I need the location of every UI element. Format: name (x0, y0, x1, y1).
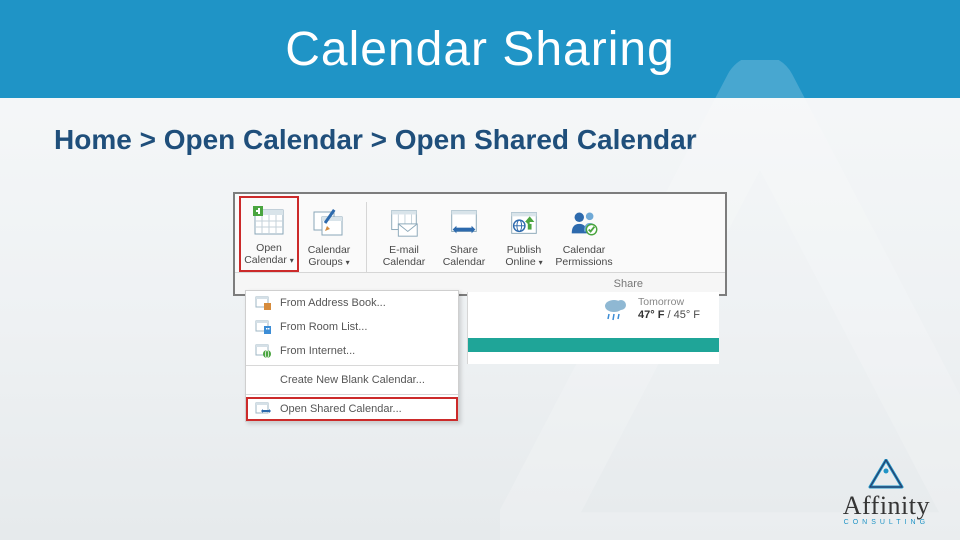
calendar-permissions-button[interactable]: Calendar Permissions (554, 200, 614, 272)
caret-down-icon: ▾ (539, 258, 543, 267)
affinity-logo: Affinity CONSULTING (843, 459, 930, 526)
rain-icon (602, 296, 630, 322)
internet-icon (254, 343, 272, 359)
calendar-groups-label-1: Calendar (308, 244, 351, 256)
open-calendar-icon (251, 200, 287, 240)
room-list-icon (254, 319, 272, 335)
open-calendar-dropdown: From Address Book... From Room List... F… (245, 290, 459, 422)
share-calendar-icon (447, 202, 481, 242)
ribbon-button-row: Open Calendar ▾ Calendar Groups ▾ (235, 194, 725, 272)
dropdown-divider (246, 394, 458, 395)
caret-down-icon: ▾ (290, 256, 294, 265)
slide-title-bar: Calendar Sharing (0, 0, 960, 98)
weather-day: Tomorrow (638, 296, 700, 309)
shared-calendar-icon (254, 401, 272, 417)
email-calendar-label-2: Calendar (383, 256, 426, 268)
outlook-ribbon-screenshot: Open Calendar ▾ Calendar Groups ▾ (233, 192, 727, 296)
calendar-permissions-icon (567, 202, 601, 242)
dropdown-create-blank-label: Create New Blank Calendar... (280, 374, 425, 386)
calendar-groups-icon (311, 202, 347, 242)
email-calendar-button[interactable]: E-mail Calendar (374, 200, 434, 272)
calendar-permissions-label-2: Permissions (555, 256, 612, 268)
dropdown-from-room-list[interactable]: From Room List... (246, 315, 458, 339)
dropdown-from-address-book-label: From Address Book... (280, 297, 386, 309)
breadcrumb: Home > Open Calendar > Open Shared Calen… (0, 98, 960, 166)
share-calendar-label-2: Calendar (443, 256, 486, 268)
dropdown-create-blank[interactable]: Create New Blank Calendar... (246, 368, 458, 392)
address-book-icon (254, 295, 272, 311)
email-calendar-label-1: E-mail (389, 244, 419, 256)
publish-online-label-2: Online (505, 256, 535, 268)
publish-online-label-1: Publish (507, 244, 541, 256)
calendar-permissions-label-1: Calendar (563, 244, 606, 256)
open-calendar-button[interactable]: Open Calendar ▾ (239, 196, 299, 272)
ribbon-group-label: Share (614, 278, 643, 290)
affinity-logo-mark (843, 459, 930, 489)
weather-hi: 47° F (638, 309, 664, 321)
dropdown-from-room-list-label: From Room List... (280, 321, 367, 333)
ribbon-separator (366, 202, 367, 272)
weather-text: Tomorrow 47° F / 45° F (638, 296, 700, 322)
open-calendar-label-1: Open (256, 242, 282, 254)
share-calendar-label-1: Share (450, 244, 478, 256)
dropdown-open-shared-calendar-label: Open Shared Calendar... (280, 403, 402, 415)
open-calendar-label-2: Calendar (244, 254, 287, 266)
caret-down-icon: ▾ (346, 258, 350, 267)
affinity-logo-sub: CONSULTING (843, 519, 930, 526)
publish-online-icon (507, 202, 541, 242)
email-calendar-icon (387, 202, 421, 242)
blank-icon (254, 372, 272, 388)
calendar-groups-label-2: Groups (308, 256, 342, 268)
dropdown-from-internet[interactable]: From Internet... (246, 339, 458, 363)
affinity-logo-word: Affinity (843, 491, 930, 521)
dropdown-open-shared-calendar[interactable]: Open Shared Calendar... (246, 397, 458, 421)
weather-panel: Tomorrow 47° F / 45° F (467, 292, 719, 364)
weather-teal-strip (468, 338, 719, 352)
publish-online-button[interactable]: Publish Online ▾ (494, 200, 554, 272)
slide-title: Calendar Sharing (285, 22, 675, 77)
calendar-groups-button[interactable]: Calendar Groups ▾ (299, 200, 359, 272)
dropdown-from-internet-label: From Internet... (280, 345, 355, 357)
weather-lo: 45° F (674, 309, 700, 321)
dropdown-divider (246, 365, 458, 366)
dropdown-from-address-book[interactable]: From Address Book... (246, 291, 458, 315)
share-calendar-button[interactable]: Share Calendar (434, 200, 494, 272)
